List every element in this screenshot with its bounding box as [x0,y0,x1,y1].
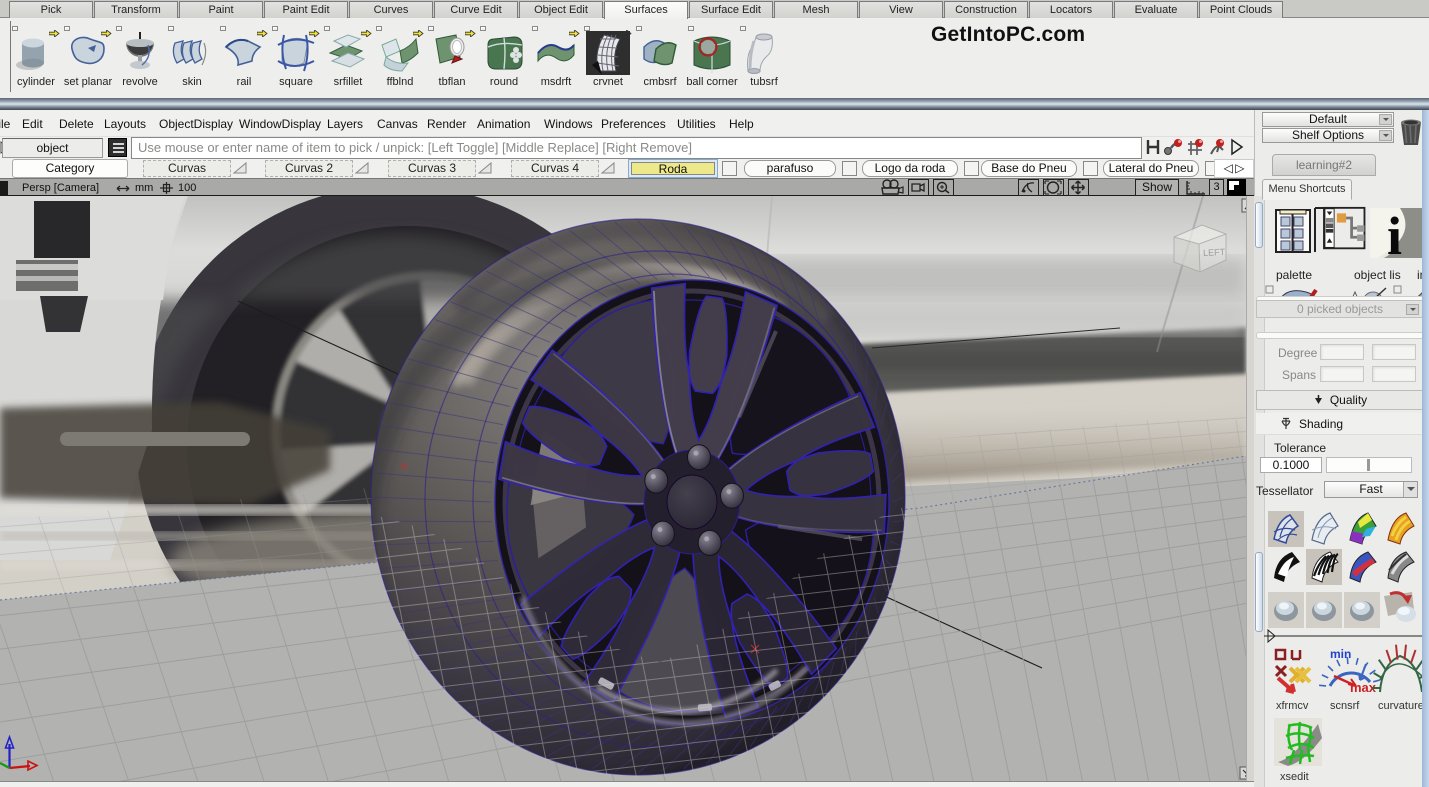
svg-text:xsedit: xsedit [1280,771,1309,783]
svg-text:curvature: curvature [1378,700,1424,712]
svg-text:xfrmcv: xfrmcv [1276,700,1309,712]
svg-text:LEFT: LEFT [1203,247,1226,258]
svg-text:scnsrf: scnsrf [1330,700,1360,712]
svg-text:min: min [1330,647,1351,661]
